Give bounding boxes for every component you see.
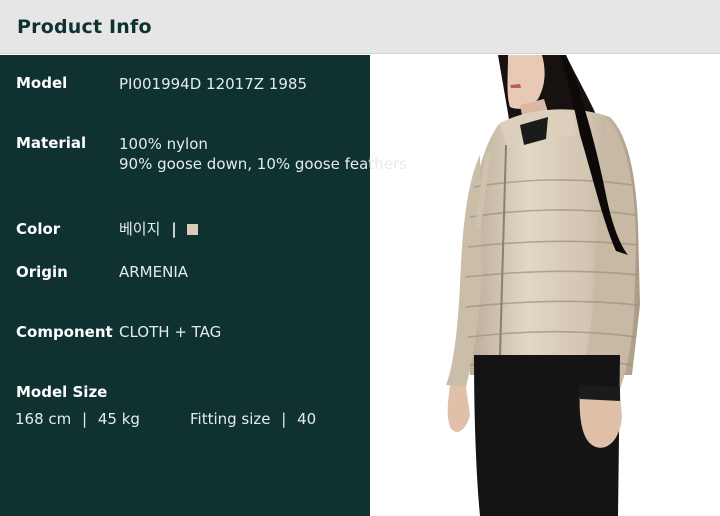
info-panel <box>0 55 370 516</box>
material-label: Material <box>16 134 87 152</box>
model-wearing-jacket-illustration <box>446 55 640 516</box>
header-bar: Product Info <box>0 0 720 54</box>
product-photo <box>370 55 720 516</box>
color-name: 베이지 <box>119 220 161 238</box>
origin-label: Origin <box>16 263 68 281</box>
model-weight: 45 kg <box>97 410 140 428</box>
fitting-size-value: 40 <box>297 410 317 428</box>
fitting-separator: | <box>281 410 287 428</box>
color-separator: | <box>171 220 177 238</box>
measure-separator: | <box>82 410 88 428</box>
component-label: Component <box>16 323 113 341</box>
page-title: Product Info <box>17 16 152 38</box>
material-line-2: 90% goose down, 10% goose feathers <box>119 155 407 173</box>
fitting-size-label: Fitting size <box>190 410 271 428</box>
color-value: 베이지 | <box>119 219 199 239</box>
model-height: 168 cm <box>15 410 72 428</box>
material-line-1: 100% nylon <box>119 135 208 153</box>
origin-value: ARMENIA <box>119 263 189 281</box>
model-value: PI001994D 12017Z 1985 <box>119 75 307 93</box>
fitting-size: Fitting size | 40 <box>190 410 316 428</box>
component-value: CLOTH + TAG <box>119 323 222 341</box>
material-value: 100% nylon 90% goose down, 10% goose fea… <box>119 134 407 174</box>
model-size-label: Model Size <box>16 383 108 401</box>
model-measurements: 168 cm | 45 kg <box>15 410 140 428</box>
model-label: Model <box>16 74 68 92</box>
color-swatch <box>187 224 199 235</box>
color-label: Color <box>16 220 61 238</box>
